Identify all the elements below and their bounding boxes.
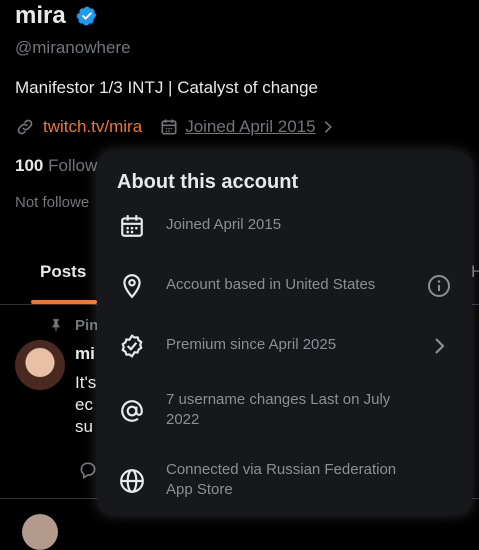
verified-badge-icon[interactable]: [76, 5, 98, 27]
about-row-text: 7 username changes Last on July 2022: [166, 391, 391, 428]
about-row-connected: Connected via Russian Federation App Sto…: [97, 451, 472, 511]
avatar[interactable]: [15, 340, 65, 390]
profile-joined-link[interactable]: Joined April 2015: [185, 117, 315, 137]
calendar-icon: [121, 215, 143, 237]
not-followed-text: Not followe: [15, 194, 90, 211]
about-row-text: Joined April 2015: [166, 216, 282, 233]
link-icon: [17, 119, 33, 135]
at-sign-icon: [121, 400, 143, 422]
about-row-text: Premium since April 2025: [166, 336, 337, 353]
profile-handle: @miranowhere: [15, 38, 131, 57]
pin-icon: [52, 319, 60, 332]
following-count: 100: [15, 156, 44, 175]
post-line: ec: [75, 395, 93, 414]
post-author-name[interactable]: mi: [75, 344, 95, 364]
profile-meta-row: twitch.tv/mira Joined April 2015: [15, 116, 336, 138]
about-row-joined: Joined April 2015: [97, 196, 472, 256]
about-row-username-changes: 7 username changes Last on July 2022: [97, 381, 472, 441]
tab-highlights[interactable]: H: [471, 262, 479, 282]
avatar[interactable]: [22, 514, 58, 550]
info-icon[interactable]: [427, 274, 451, 298]
following-stat[interactable]: 100 Follow: [15, 156, 97, 176]
popup-title: About this account: [117, 171, 299, 193]
tab-active-indicator: [31, 300, 97, 304]
about-account-popup: About this account Joined April 2015 Acc…: [97, 151, 472, 515]
profile-bio: Manifestor 1/3 INTJ | Catalyst of change: [15, 78, 318, 97]
calendar-icon: [161, 119, 177, 135]
about-row-premium[interactable]: Premium since April 2025: [97, 316, 472, 376]
location-pin-icon: [123, 274, 141, 299]
about-row-text: Account based in United States: [166, 276, 376, 293]
globe-icon: [120, 469, 144, 493]
following-label: Follow: [48, 156, 98, 175]
profile-display-name: mira: [15, 2, 66, 29]
pinned-label: Pin: [75, 317, 99, 334]
chevron-right-icon[interactable]: [427, 334, 451, 358]
post-text: It's ec su: [75, 372, 96, 438]
tab-posts[interactable]: Posts: [40, 262, 86, 282]
about-row-text: Connected via Russian Federation App Sto…: [166, 461, 397, 498]
chevron-right-icon[interactable]: [320, 119, 336, 135]
post-line: su: [75, 417, 93, 436]
post-line: It's: [75, 373, 97, 392]
verified-badge-icon: [121, 334, 143, 358]
about-row-location: Account based in United States: [97, 256, 472, 316]
reply-icon[interactable]: [78, 460, 98, 480]
profile-link[interactable]: twitch.tv/mira: [43, 117, 142, 137]
